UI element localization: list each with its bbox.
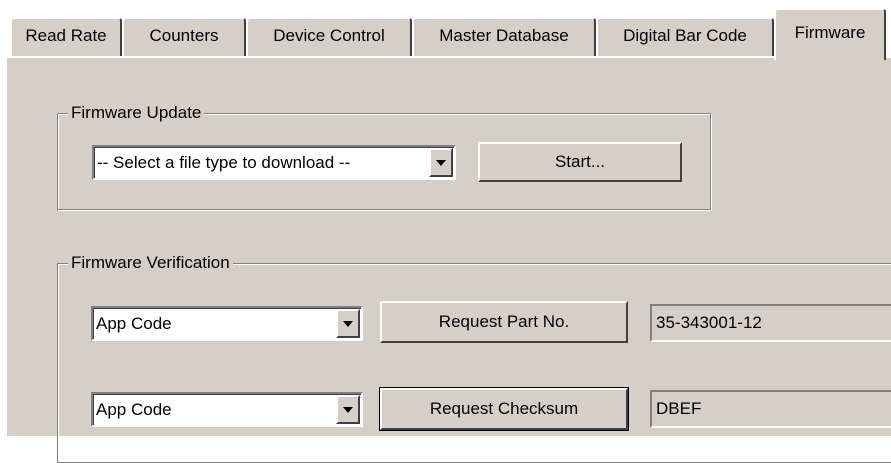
request-part-no-button[interactable]: Request Part No. [380,301,628,343]
chevron-down-icon [436,159,446,166]
tab-firmware[interactable]: Firmware [774,8,886,60]
start-button-label: Start... [554,152,606,171]
tab-counters[interactable]: Counters [122,17,246,59]
firmware-update-label: Firmware Update [68,101,205,125]
verification-select-1-value: App Code [96,314,172,333]
verification-select-1[interactable]: App Code [91,306,363,341]
verification-dropdown-button-2[interactable] [336,395,360,424]
request-part-no-label: Request Part No. [438,312,570,331]
tab-master-database[interactable]: Master Database [412,17,596,59]
firmware-tab-panel: Firmware Update -- Select a file type to… [5,56,891,463]
tab-device-control[interactable]: Device Control [246,17,412,59]
tab-read-rate[interactable]: Read Rate [10,17,122,59]
start-button[interactable]: Start... [478,142,682,182]
chevron-down-icon [343,320,353,327]
chevron-down-icon [343,406,353,413]
verification-select-2-value: App Code [96,400,172,419]
part-number-result: 35-343001-12 [650,304,891,342]
request-checksum-label: Request Checksum [429,399,579,418]
file-type-select[interactable]: -- Select a file type to download -- [92,145,456,180]
checksum-result: DBEF [650,390,891,428]
verification-select-2[interactable]: App Code [91,392,363,427]
request-checksum-button[interactable]: Request Checksum [379,387,629,431]
tab-digital-bar-code[interactable]: Digital Bar Code [596,17,774,59]
file-type-select-value: -- Select a file type to download -- [97,153,351,172]
tab-strip: Read Rate Counters Device Control Master… [0,0,891,60]
firmware-verification-group: Firmware Verification App Code Request P… [57,251,891,463]
firmware-update-group: Firmware Update -- Select a file type to… [57,101,711,210]
file-type-dropdown-button[interactable] [429,148,453,177]
verification-dropdown-button-1[interactable] [336,309,360,338]
firmware-verification-label: Firmware Verification [68,251,233,275]
